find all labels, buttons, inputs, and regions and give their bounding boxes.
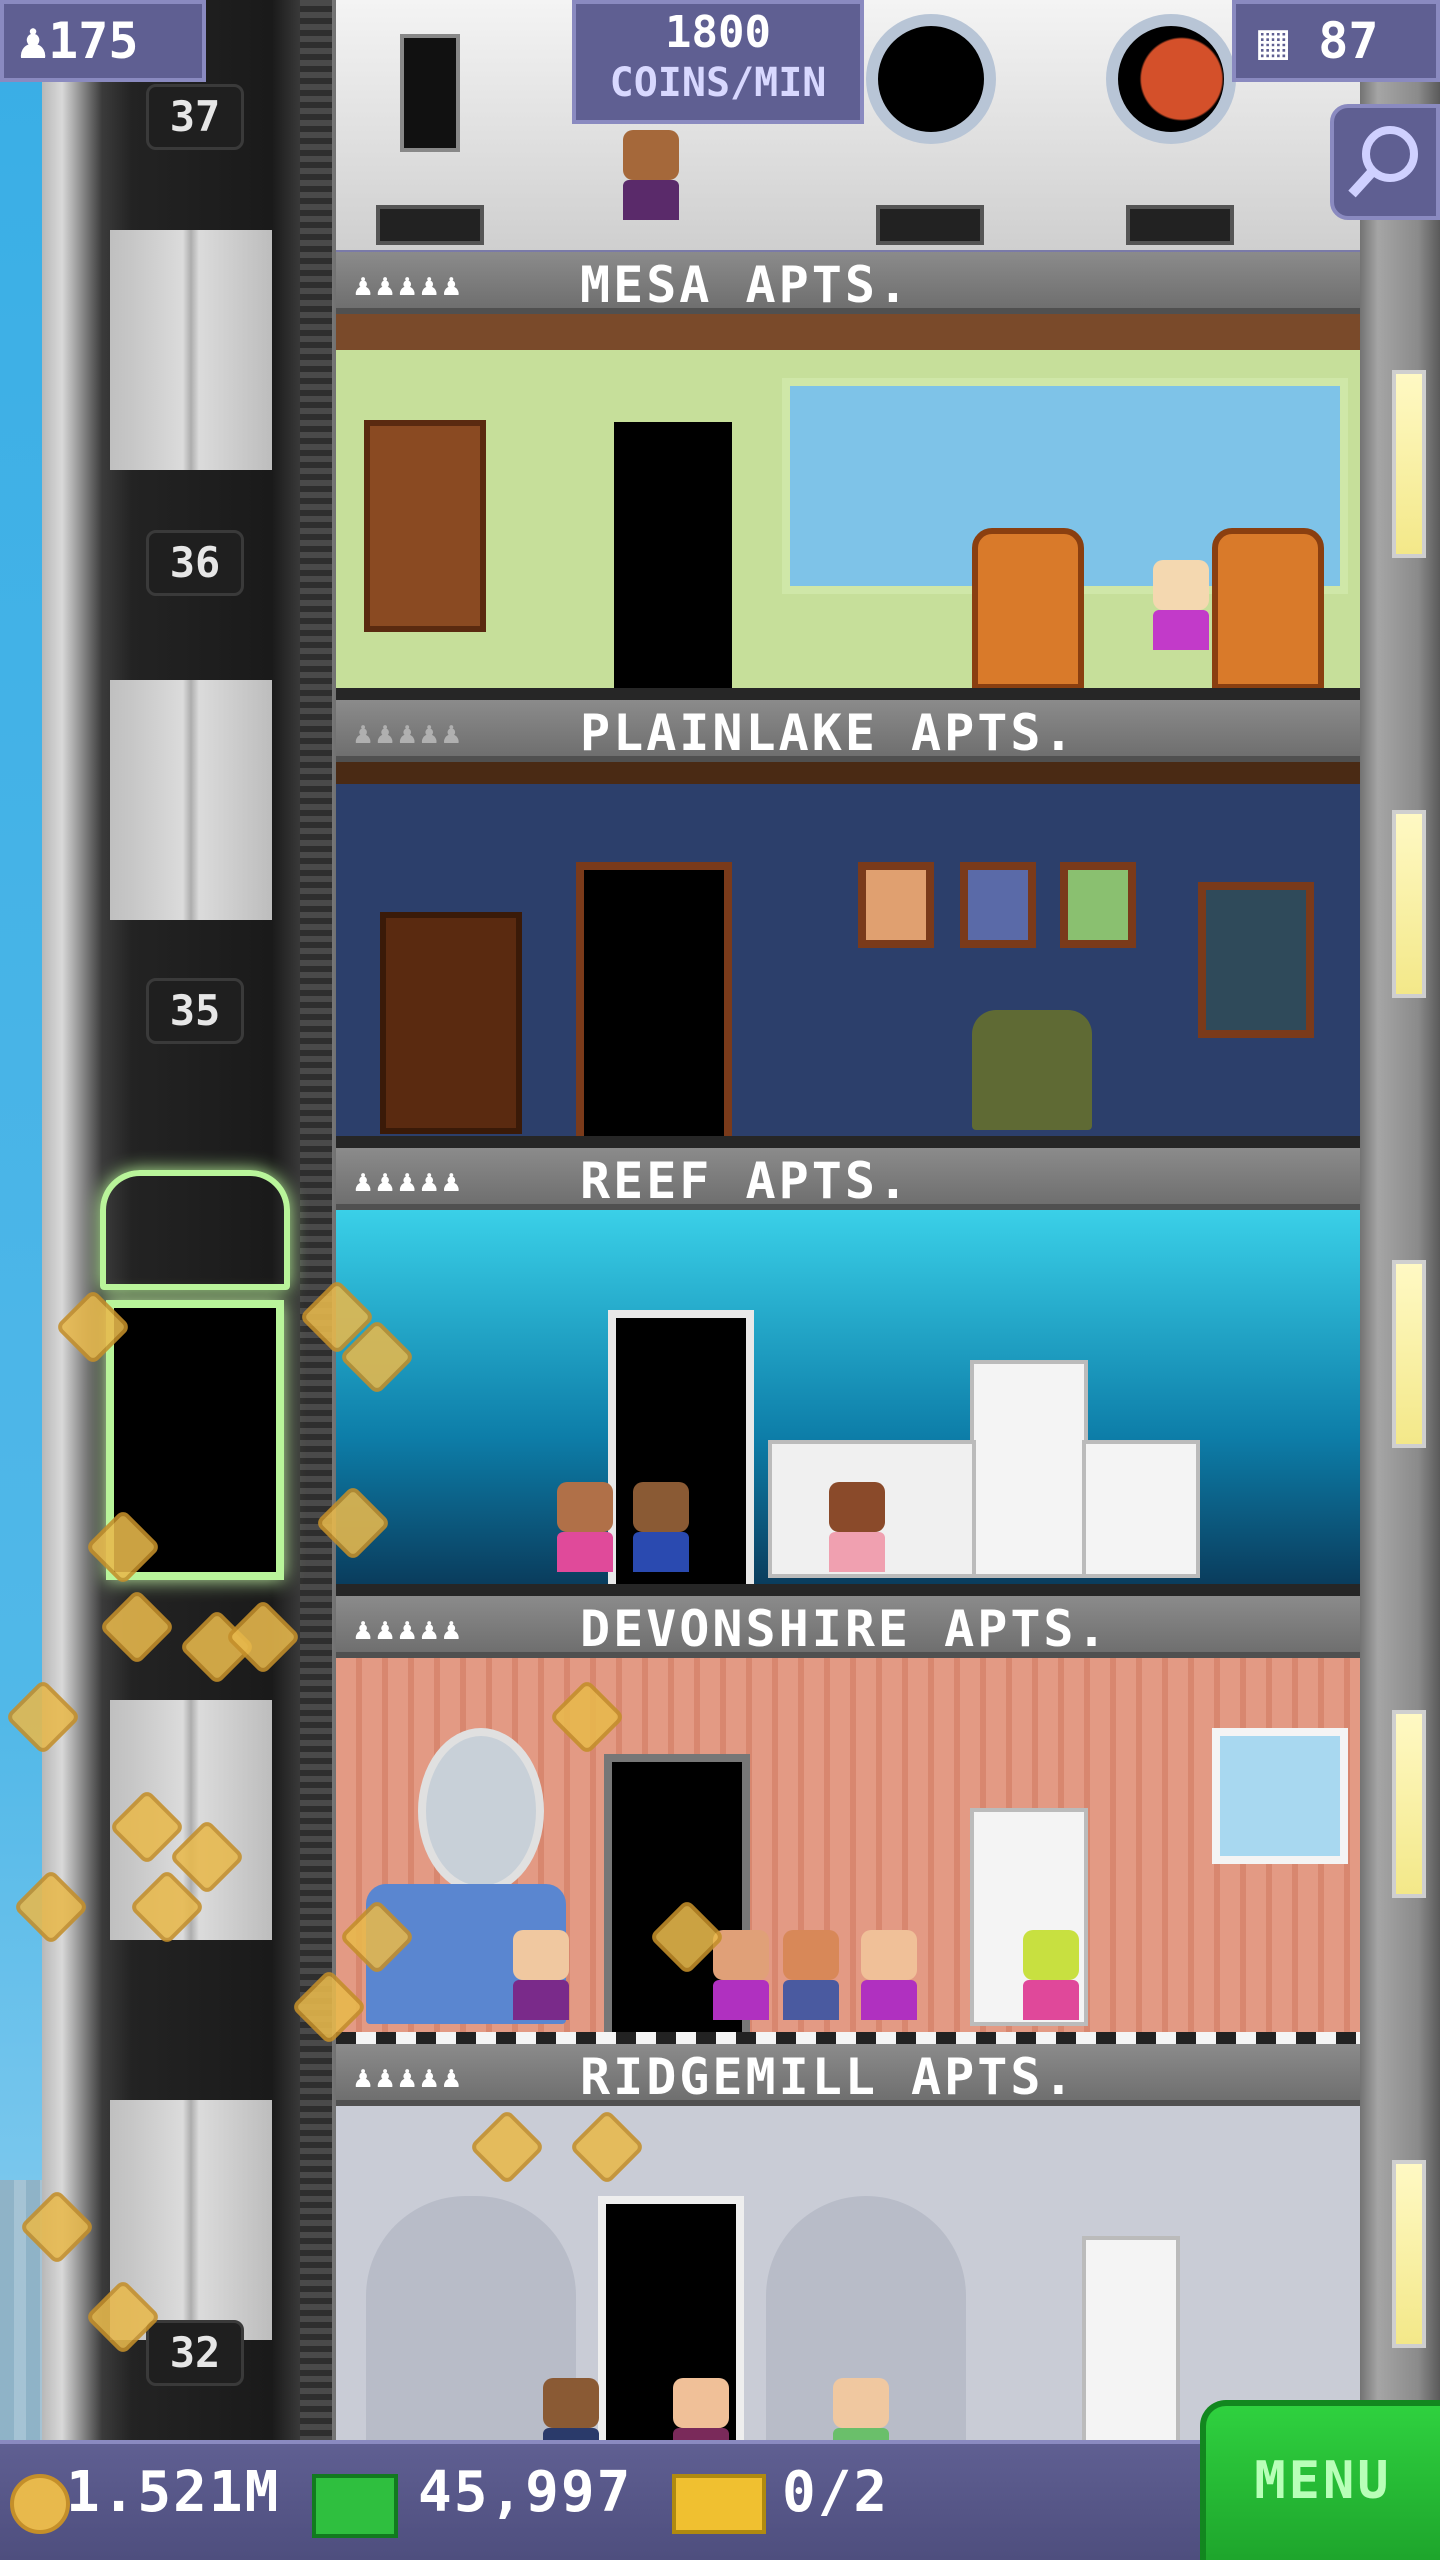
- floor-room: [336, 1658, 1360, 2038]
- ticket-icon: [672, 2474, 766, 2534]
- rate-value: 1800: [665, 7, 771, 58]
- ticket-count: 0/2: [782, 2460, 890, 2525]
- resident-figure[interactable]: [854, 1930, 924, 2020]
- resident-figure[interactable]: [616, 130, 686, 220]
- floor-number-tag: 35: [146, 978, 244, 1044]
- floor-number-tag: 32: [146, 2320, 244, 2386]
- resident-figure[interactable]: [506, 1930, 576, 2020]
- magnifier-icon: [1348, 126, 1418, 198]
- bux-icon: [312, 2474, 398, 2538]
- floor-count-value: 87: [1318, 12, 1379, 70]
- window-slit: [1392, 2160, 1426, 2348]
- wall-picture: [960, 862, 1036, 948]
- window-slit: [1392, 370, 1426, 558]
- floor-devonshire[interactable]: ♟♟♟♟♟ DEVONSHIRE APTS.: [336, 1596, 1360, 2044]
- window: [1212, 1728, 1348, 1864]
- armchair: [1212, 528, 1324, 690]
- shaft-door: [110, 230, 272, 470]
- floor-ground: [336, 688, 1360, 700]
- apartment-door: [614, 422, 732, 692]
- floor-title: DEVONSHIRE APTS.: [580, 1600, 1110, 1658]
- floor-room: [336, 1210, 1360, 1590]
- stove: [1082, 1440, 1200, 1578]
- rate-unit: COINS/MIN: [609, 60, 827, 106]
- resident-figure[interactable]: [550, 1482, 620, 1572]
- population-value: 175: [48, 12, 139, 70]
- floor-header: ♟♟♟♟♟ REEF APTS.: [336, 1148, 1360, 1210]
- wall-picture: [1060, 862, 1136, 948]
- floor-vent: [1126, 205, 1234, 245]
- floor-header: ♟♟♟♟♟ MESA APTS.: [336, 252, 1360, 314]
- floor-title: MESA APTS.: [580, 256, 912, 314]
- floor-reef[interactable]: ♟♟♟♟♟ REEF APTS.: [336, 1148, 1360, 1596]
- planet-porthole: [1106, 14, 1236, 144]
- floor-room: [336, 314, 1360, 694]
- tower-right-wall: [1358, 0, 1440, 2440]
- shaft-rail: [300, 0, 332, 2440]
- floor-ground: [336, 1136, 1360, 1148]
- wall-picture: [858, 862, 934, 948]
- refrigerator: [970, 1360, 1088, 1578]
- floor-title: PLAINLAKE APTS.: [580, 704, 1077, 762]
- person-icon: ♟: [18, 12, 49, 70]
- floor-plainlake[interactable]: ♟♟♟♟♟ PLAINLAKE APTS.: [336, 700, 1360, 1148]
- window-slit: [1392, 1260, 1426, 1448]
- resident-count-icons: ♟♟♟♟♟: [354, 1612, 465, 1647]
- floor-vent: [876, 205, 984, 245]
- floor-number-tag: 36: [146, 530, 244, 596]
- building-icon: ▦: [1258, 12, 1289, 70]
- search-button[interactable]: [1330, 104, 1440, 220]
- armchair: [972, 528, 1084, 690]
- apartment-door: [576, 862, 732, 1142]
- resident-count-icons: ♟♟♟♟♟: [354, 2060, 465, 2095]
- floor-header: ♟♟♟♟♟ RIDGEMILL APTS.: [336, 2044, 1360, 2106]
- floor-ground: [336, 1584, 1360, 1596]
- resident-figure[interactable]: [626, 1482, 696, 1572]
- wall-panel: [400, 34, 460, 152]
- resident-figure[interactable]: [822, 1482, 892, 1572]
- resident-figure[interactable]: [776, 1930, 846, 2020]
- window: [1198, 882, 1314, 1038]
- floor-number-tag: 37: [146, 84, 244, 150]
- elevator-crown: [100, 1170, 290, 1290]
- window-slit: [1392, 810, 1426, 998]
- floor-title: REEF APTS.: [580, 1152, 912, 1210]
- floor-room: [336, 762, 1360, 1142]
- coin-balance: 1.521M: [66, 2460, 281, 2525]
- coins-per-minute-panel: 1800 COINS/MIN: [572, 0, 864, 124]
- floor-ground: [336, 2032, 1360, 2044]
- floor-mesa[interactable]: ♟♟♟♟♟ MESA APTS.: [336, 252, 1360, 700]
- sofa-chair: [972, 1010, 1092, 1130]
- floor-title: RIDGEMILL APTS.: [580, 2048, 1077, 2106]
- bookshelf: [364, 420, 486, 632]
- resident-count-icons: ♟♟♟♟♟: [354, 716, 465, 751]
- wall-mirror: [418, 1728, 544, 1894]
- bookshelf: [380, 912, 522, 1134]
- floor-header: ♟♟♟♟♟ PLAINLAKE APTS.: [336, 700, 1360, 762]
- floor-counter[interactable]: ▦ 87: [1232, 0, 1440, 82]
- population-counter[interactable]: ♟175: [0, 0, 206, 82]
- resident-figure[interactable]: [1146, 560, 1216, 650]
- menu-button[interactable]: MENU: [1200, 2400, 1440, 2560]
- porthole-window: [866, 14, 996, 144]
- floor-vent: [376, 205, 484, 245]
- bux-balance: 45,997: [418, 2460, 633, 2525]
- resident-count-icons: ♟♟♟♟♟: [354, 1164, 465, 1199]
- window-slit: [1392, 1710, 1426, 1898]
- resident-figure[interactable]: [1016, 1930, 1086, 2020]
- sky-background: [0, 0, 42, 2440]
- coin-icon: [10, 2474, 70, 2534]
- floor-header: ♟♟♟♟♟ DEVONSHIRE APTS.: [336, 1596, 1360, 1658]
- resident-count-icons: ♟♟♟♟♟: [354, 268, 465, 303]
- shaft-door: [110, 680, 272, 920]
